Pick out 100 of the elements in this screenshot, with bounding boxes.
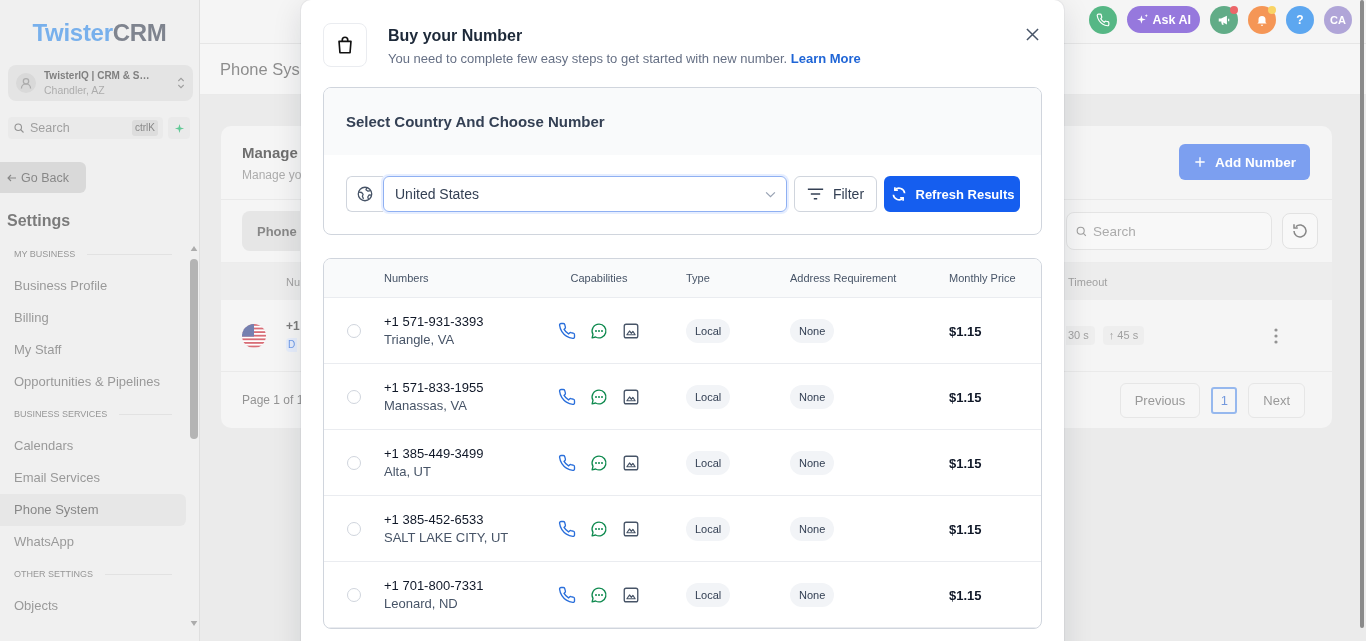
search-icon <box>1075 224 1088 238</box>
shortcut-hint: ctrlK <box>132 120 158 136</box>
column-header: Type <box>686 272 710 284</box>
settings-heading: Settings <box>6 211 72 231</box>
number-location: Alta, UT <box>384 462 431 481</box>
number-type-badge: Local <box>686 516 731 541</box>
sidebar-item[interactable]: WhatsApp <box>0 526 186 558</box>
dialog-title: Buy your Number <box>388 26 524 46</box>
column-header: Numbers <box>384 272 429 284</box>
scrollbar-thumb[interactable] <box>190 259 198 439</box>
country-select[interactable]: United States <box>383 176 787 212</box>
dialog-subtitle: You need to complete few easy steps to get started with new number. Learn More <box>388 50 861 68</box>
monthly-price: $1.15 <box>949 587 982 603</box>
close-icon <box>1025 27 1039 41</box>
announcements-button[interactable] <box>1210 5 1238 34</box>
radio-button[interactable] <box>347 587 361 602</box>
shopping-bag-icon <box>323 23 367 67</box>
card-subtitle: Manage yo <box>242 167 302 183</box>
ask-ai-button[interactable]: Ask AI <box>1126 6 1200 33</box>
monthly-price: $1.15 <box>949 455 982 471</box>
number-location: Triangle, VA <box>384 330 455 349</box>
timeout-badge: ↑ 45 s <box>1102 326 1145 345</box>
card-title: Manage <box>242 144 299 162</box>
radio-button[interactable] <box>347 521 361 536</box>
refresh-results-button[interactable]: Refresh Results <box>884 176 1020 212</box>
number-location: SALT LAKE CITY, UT <box>384 528 509 547</box>
account-switcher[interactable]: TwisterIQ | CRM & S… Chandler, AZ <box>8 65 193 101</box>
sidebar-item[interactable]: Phone System <box>0 494 186 526</box>
brand-logo: TwisterCRM <box>32 20 167 46</box>
column-header: Capabilities <box>570 272 628 284</box>
column-header: Timeout <box>1068 275 1108 288</box>
number-type-badge: Local <box>686 582 731 607</box>
address-requirement-badge: None <box>790 318 835 343</box>
number-type-badge: Local <box>686 384 731 409</box>
monthly-price: $1.15 <box>949 521 982 537</box>
panel-title: Select Country And Choose Number <box>346 113 605 130</box>
filter-button[interactable]: Filter <box>794 176 877 212</box>
avatar-icon <box>16 73 36 93</box>
scrollbar-thumb[interactable] <box>1360 0 1364 628</box>
sidebar-item[interactable]: Business Profile <box>0 270 186 302</box>
flag-icon <box>242 323 266 348</box>
column-header: Nu <box>286 275 301 288</box>
column-header: Address Requirement <box>790 272 897 284</box>
account-location: Chandler, AZ <box>44 83 106 97</box>
search-field[interactable]: Search ctrlK <box>8 117 163 139</box>
number-type-badge: Local <box>686 450 731 475</box>
plus-icon <box>1193 155 1207 169</box>
go-back-button[interactable]: Go Back <box>0 162 86 193</box>
address-requirement-badge: None <box>790 516 835 541</box>
globe-icon <box>346 176 383 212</box>
call-button[interactable] <box>1088 5 1117 34</box>
address-requirement-badge: None <box>790 582 835 607</box>
search-icon <box>13 122 25 134</box>
reload-button[interactable] <box>1282 213 1318 249</box>
phone-number: +1 571-833-1955 <box>384 378 484 397</box>
sidebar-item[interactable]: Calendars <box>0 430 186 462</box>
section-label: MY BUSINESS <box>14 249 76 259</box>
sidebar-item[interactable]: Billing <box>0 302 186 334</box>
sparkle-icon[interactable] <box>168 117 190 139</box>
page-title: Phone Sys <box>220 59 300 79</box>
search-field[interactable]: Search <box>1066 212 1272 250</box>
sparkle-icon <box>1135 13 1149 26</box>
sidebar-item[interactable]: My Staff <box>0 334 186 366</box>
phone-number: +1 <box>286 319 300 333</box>
notifications-button[interactable] <box>1248 5 1276 34</box>
radio-button[interactable] <box>347 455 361 470</box>
filter-icon <box>806 188 824 200</box>
monthly-price: $1.15 <box>949 323 982 339</box>
chevron-down-icon <box>765 190 776 198</box>
sidebar-item[interactable]: Opportunities & Pipelines <box>0 366 186 398</box>
phone-number: +1 385-449-3499 <box>384 444 484 463</box>
number-location: Manassas, VA <box>384 396 467 415</box>
scroll-down-arrow-icon[interactable] <box>190 621 198 626</box>
rotate-icon <box>1291 222 1309 240</box>
sidebar-item[interactable]: Email Services <box>0 462 186 494</box>
phone-icon <box>1095 12 1110 27</box>
sidebar-item[interactable]: Objects <box>0 590 186 622</box>
column-header: Monthly Price <box>949 272 1016 284</box>
status-badge: D <box>286 338 298 352</box>
radio-button[interactable] <box>347 389 361 404</box>
phone-number: +1 701-800-7331 <box>384 576 484 595</box>
tab[interactable]: Phone <box>242 211 300 251</box>
section-label: OTHER SETTINGS <box>14 569 93 579</box>
timeout-badge: 30 s <box>1066 326 1095 345</box>
scroll-up-arrow-icon[interactable] <box>190 246 198 251</box>
address-requirement-badge: None <box>790 384 835 409</box>
section-label: BUSINESS SERVICES <box>14 409 108 419</box>
help-button[interactable]: ? <box>1286 5 1314 34</box>
add-number-button[interactable]: Add Number <box>1179 144 1310 180</box>
chevron-up-down-icon <box>177 76 185 90</box>
radio-button[interactable] <box>347 323 361 338</box>
kebab-menu-icon[interactable] <box>1274 327 1278 344</box>
user-avatar[interactable]: CA <box>1324 5 1352 34</box>
number-location: Leonard, ND <box>384 594 458 613</box>
learn-more-link[interactable]: Learn More <box>790 51 861 66</box>
address-requirement-badge: None <box>790 450 835 475</box>
monthly-price: $1.15 <box>949 389 982 405</box>
page-number-button[interactable]: 1 <box>1211 386 1238 414</box>
number-type-badge: Local <box>686 318 731 343</box>
account-name: TwisterIQ | CRM & S… <box>44 69 151 83</box>
